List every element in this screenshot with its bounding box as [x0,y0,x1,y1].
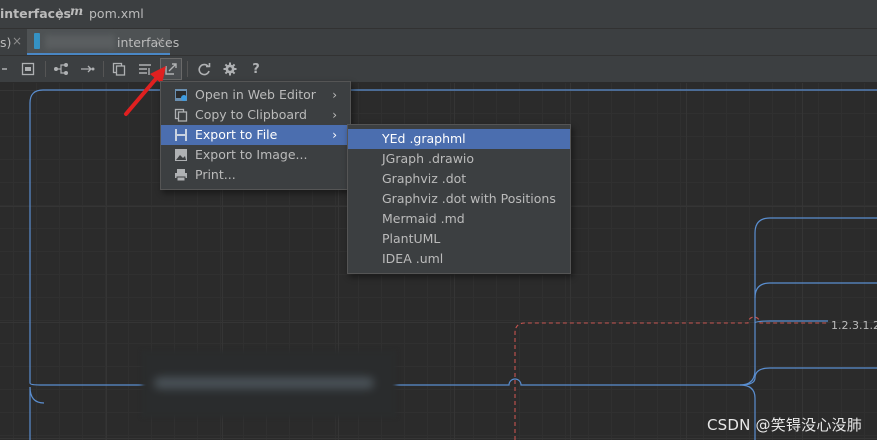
web-editor-icon [174,88,188,102]
close-icon[interactable]: × [12,34,22,48]
tab-label: s) [0,35,12,50]
edge-version-label: 1.2.3.1.2 [831,319,877,332]
image-icon [174,148,188,162]
menu-item-plantuml[interactable]: PlantUML [348,229,570,249]
editor-tabs: s) × interfaces × [0,29,877,56]
layout-horizontal-icon[interactable] [77,59,97,79]
breadcrumb-separator-icon: 〉 [58,7,71,22]
menu-item-mermaid-md[interactable]: Mermaid .md [348,209,570,229]
menu-item-print[interactable]: Print... [161,165,350,185]
layout-tree-icon[interactable] [51,59,71,79]
menu-item-open-in-web-editor[interactable]: Open in Web Editor › [161,85,350,105]
menu-item-idea-uml[interactable]: IDEA .uml [348,249,570,269]
menu-item-copy-to-clipboard[interactable]: Copy to Clipboard › [161,105,350,125]
refresh-icon[interactable] [194,59,214,79]
menu-item-export-to-image[interactable]: Export to Image... [161,145,350,165]
redacted-text [45,35,115,49]
chevron-right-icon: › [332,108,337,122]
tab-previous[interactable]: s) × [0,29,27,55]
breadcrumb-bar: interfaces 〉 m pom.xml [0,0,877,29]
actual-size-icon[interactable] [18,59,38,79]
close-icon[interactable]: × [155,34,165,48]
breadcrumb-file[interactable]: pom.xml [89,6,144,21]
tab-interfaces[interactable]: interfaces × [27,29,179,55]
chevron-right-icon: › [332,88,337,102]
fit-content-icon[interactable] [0,59,10,79]
menu-item-export-to-file[interactable]: Export to File › [161,125,350,145]
menu-item-graphviz-dot[interactable]: Graphviz .dot [348,169,570,189]
menu-item-yed-graphml[interactable]: YEd .graphml [348,129,570,149]
tab-label: interfaces [117,35,180,50]
export-to-file-submenu: YEd .graphml JGraph .drawio Graphviz .do… [347,124,571,274]
redacted-text [154,377,374,389]
menu-item-graphviz-dot-positions[interactable]: Graphviz .dot with Positions [348,189,570,209]
save-icon [174,128,188,142]
diagram-file-icon [34,33,40,49]
graph-edge [29,386,45,404]
chevron-right-icon: › [332,128,337,142]
menu-item-jgraph-drawio[interactable]: JGraph .drawio [348,149,570,169]
graph-edge [739,367,877,386]
help-icon[interactable]: ? [246,59,266,79]
graph-node-redacted[interactable] [142,351,396,417]
maven-file-icon: m [70,3,84,18]
diagram-context-menu: Open in Web Editor › Copy to Clipboard ›… [160,81,351,190]
graph-edge [754,282,877,299]
settings-icon[interactable] [220,59,240,79]
printer-icon [174,168,188,182]
watermark: CSDN @笑锝没心没肺 [707,416,862,434]
clipboard-icon [174,108,188,122]
